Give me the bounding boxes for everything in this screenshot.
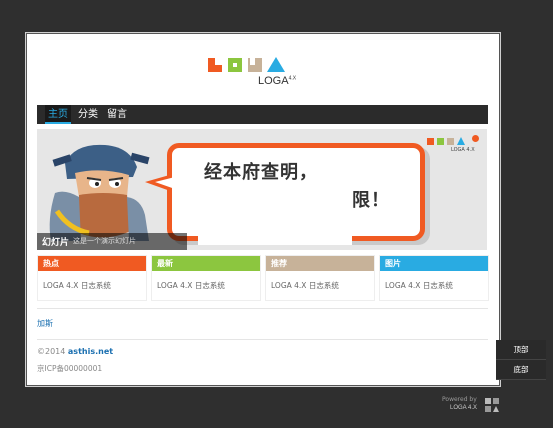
bubble-tail-inner bbox=[155, 177, 175, 189]
logo-block-o bbox=[228, 58, 242, 72]
slide-caption: 幻灯片 这是一个演示幻灯片 bbox=[37, 233, 187, 250]
banner-logo-block-2 bbox=[437, 138, 444, 145]
copyright-prefix: ©2014 bbox=[37, 347, 66, 356]
box-hot-item[interactable]: LOGA 4.X 日志系统 bbox=[38, 271, 146, 300]
main-nav: 主页 分类 留言 bbox=[37, 105, 488, 124]
nav-item-home[interactable]: 主页 bbox=[45, 105, 71, 124]
banner-logo-text: LOGA 4.X bbox=[451, 147, 475, 153]
powered-by-name: LOGA 4.X bbox=[450, 405, 478, 411]
bubble-line1: 经本府查明， bbox=[204, 162, 318, 183]
box-latest-title: 最新 bbox=[152, 256, 260, 271]
box-pictures[interactable]: 图片 LOGA 4.X 日志系统 bbox=[379, 255, 489, 301]
box-pictures-title: 图片 bbox=[380, 256, 488, 271]
caption-description: 这是一个演示幻灯片 bbox=[73, 237, 136, 245]
box-recommended-title: 推荐 bbox=[266, 256, 374, 271]
logo-block-g bbox=[248, 58, 262, 72]
powered-by-text: Powered by bbox=[442, 396, 477, 403]
icp-number[interactable]: 京ICP备00000001 bbox=[37, 363, 102, 374]
banner-logo-block-3 bbox=[447, 138, 454, 145]
box-latest[interactable]: 最新 LOGA 4.X 日志系统 bbox=[151, 255, 261, 301]
main-card: LOGA4.X 主页 分类 留言 经本府查明， 限！ LOGA 4.X 幻灯片 … bbox=[25, 32, 501, 387]
banner-blank-area bbox=[198, 223, 352, 245]
footer-divider bbox=[37, 339, 488, 340]
box-recommended[interactable]: 推荐 LOGA 4.X 日志系统 bbox=[265, 255, 375, 301]
site-logo[interactable]: LOGA4.X bbox=[208, 54, 308, 90]
site-link[interactable]: asthis.net bbox=[68, 347, 113, 356]
nav-item-category[interactable]: 分类 bbox=[75, 105, 101, 124]
copyright: ©2014 asthis.net bbox=[37, 347, 113, 356]
scroll-bottom-button[interactable]: 底部 bbox=[496, 360, 546, 380]
banner-logo-block-4 bbox=[457, 137, 465, 145]
scroll-buttons: 顶部 底部 bbox=[496, 340, 546, 380]
category-boxes: 热点 LOGA 4.X 日志系统 最新 LOGA 4.X 日志系统 推荐 LOG… bbox=[37, 255, 489, 301]
box-hot[interactable]: 热点 LOGA 4.X 日志系统 bbox=[37, 255, 147, 301]
box-pictures-item[interactable]: LOGA 4.X 日志系统 bbox=[380, 271, 488, 300]
logo-block-a bbox=[267, 57, 285, 72]
banner-logo: LOGA 4.X bbox=[427, 134, 483, 154]
powered-by[interactable]: Powered by LOGA 4.X bbox=[438, 396, 508, 416]
scroll-top-button[interactable]: 顶部 bbox=[496, 340, 546, 360]
author-link[interactable]: 加斯 bbox=[37, 318, 53, 329]
loga-mark-icon bbox=[485, 398, 499, 412]
nav-item-guestbook[interactable]: 留言 bbox=[104, 105, 130, 124]
logo-block-l bbox=[208, 58, 222, 72]
divider bbox=[37, 308, 488, 309]
caption-title: 幻灯片 bbox=[42, 238, 70, 248]
box-latest-item[interactable]: LOGA 4.X 日志系统 bbox=[152, 271, 260, 300]
banner-logo-block-1 bbox=[427, 138, 434, 145]
judge-illustration bbox=[49, 144, 150, 241]
box-hot-title: 热点 bbox=[38, 256, 146, 271]
banner-logo-dot bbox=[472, 135, 479, 142]
bubble-line2: 限！ bbox=[352, 190, 390, 211]
box-recommended-item[interactable]: LOGA 4.X 日志系统 bbox=[266, 271, 374, 300]
slideshow-banner[interactable]: 经本府查明， 限！ LOGA 4.X 幻灯片 这是一个演示幻灯片 bbox=[37, 129, 487, 250]
logo-text: LOGA4.X bbox=[258, 75, 297, 87]
